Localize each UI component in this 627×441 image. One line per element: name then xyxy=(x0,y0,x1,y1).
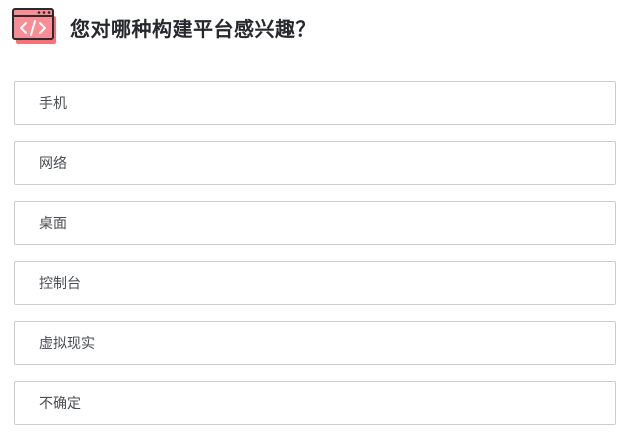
option-label: 虚拟现实 xyxy=(39,336,95,352)
option-web[interactable]: 网络 xyxy=(14,141,616,185)
question-title: 您对哪种构建平台感兴趣？ xyxy=(70,16,316,41)
option-label: 手机 xyxy=(39,96,67,112)
option-vr[interactable]: 虚拟现实 xyxy=(14,321,616,365)
option-console[interactable]: 控制台 xyxy=(14,261,616,305)
option-list: 手机 网络 桌面 控制台 虚拟现实 不确定 xyxy=(14,81,616,441)
option-mobile[interactable]: 手机 xyxy=(14,81,616,125)
option-label: 网络 xyxy=(39,156,67,172)
question-header: 您对哪种构建平台感兴趣？ xyxy=(12,8,316,46)
option-label: 不确定 xyxy=(39,396,81,412)
option-label: 控制台 xyxy=(39,276,81,292)
option-label: 桌面 xyxy=(39,216,67,232)
code-window-icon xyxy=(12,8,58,46)
option-desktop[interactable]: 桌面 xyxy=(14,201,616,245)
option-not-sure[interactable]: 不确定 xyxy=(14,381,616,425)
